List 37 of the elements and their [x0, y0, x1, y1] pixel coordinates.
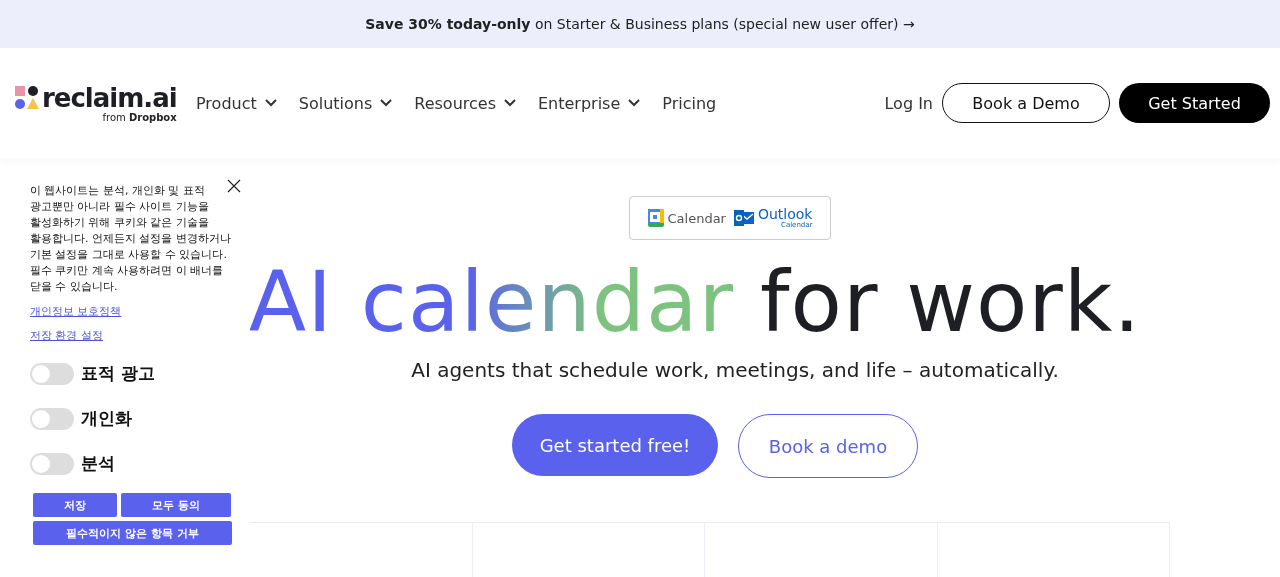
toggle-label: 표적 광고	[81, 362, 155, 385]
logo-icon	[15, 85, 39, 110]
envelope-icon	[733, 209, 754, 227]
integration-label: Calendar	[667, 210, 726, 226]
promo-banner[interactable]: Save 30% today-only on Starter & Business plans (special new user offer) →	[0, 0, 1280, 48]
chevron-down-icon	[628, 99, 641, 107]
chevron-down-icon	[264, 99, 277, 107]
calendar-icon	[647, 209, 664, 227]
integration-label: Outlook	[757, 207, 813, 221]
login-link[interactable]: Log In	[884, 93, 933, 113]
nav-link[interactable]: Solutions	[298, 93, 393, 113]
chevron-down-icon	[380, 99, 393, 107]
byline: from Dropbox	[102, 111, 177, 123]
nav-link[interactable]: Product	[196, 93, 277, 113]
cookie-link[interactable]: 개인정보 보호정책	[30, 304, 122, 319]
get-started-button[interactable]: Get Started	[1119, 83, 1270, 123]
nav-link[interactable]: Resources	[414, 93, 516, 113]
toggle-switch[interactable]	[30, 407, 74, 430]
toggle-switch[interactable]	[30, 452, 74, 475]
cookie-button[interactable]: 필수적이지 않은 항목 거부	[33, 521, 232, 545]
chevron-down-icon	[504, 99, 516, 107]
get-started-free-button[interactable]: Get started free!	[512, 414, 718, 476]
nav-link[interactable]: Pricing	[662, 93, 717, 113]
book-demo-button[interactable]: Book a Demo	[942, 83, 1110, 123]
toggle-label: 개인화	[81, 407, 132, 430]
cookie-text: 이 웹사이트는 분석, 개인화 및 표적 광고뿐만 아니라 필수 사이트 기능을 활성화하기 위해 쿠키와 같은 기술을 활용합니다. 언제든지 설정을 변경하거나 기본 설정을 그대로 사용할 수 있습니다. 필수 쿠키만 계속 사용하려면 이 배너를 닫을 수 있습니다.	[30, 183, 232, 295]
cookie-link[interactable]: 저장 환경 설정	[30, 328, 103, 343]
subtitle: AI agents that schedule work, meetings, and life – automatically.	[411, 358, 1059, 382]
logo-wordmark[interactable]: reclaim.ai	[42, 83, 177, 112]
nav-link[interactable]: Enterprise	[538, 93, 641, 113]
book-demo-button[interactable]: Book a demo	[738, 414, 918, 478]
cookie-button[interactable]: 저장	[33, 493, 117, 517]
toggle-label: 분석	[81, 452, 115, 475]
toggle-switch[interactable]	[30, 362, 74, 385]
close-icon[interactable]	[227, 179, 241, 193]
headline-text: for work.	[760, 253, 1142, 351]
cookie-button[interactable]: 모두 동의	[121, 493, 231, 517]
